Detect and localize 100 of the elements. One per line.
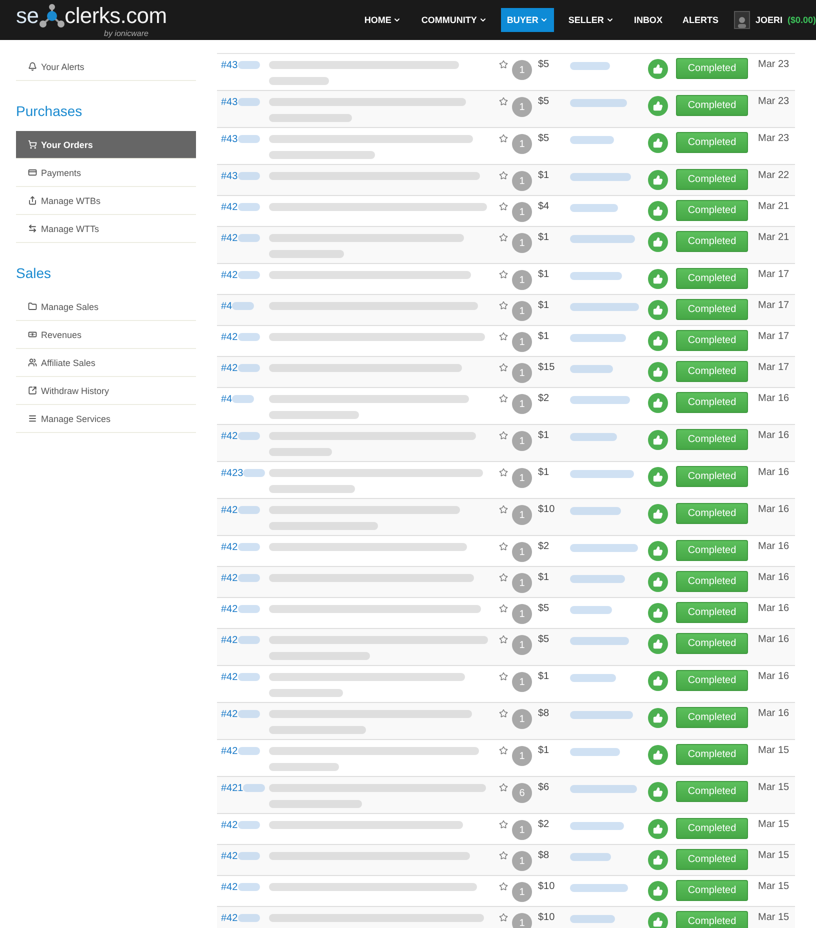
order-id-link[interactable]: #4 [221,300,232,312]
sidebar-item[interactable]: Manage Sales [16,293,196,321]
star-icon[interactable] [498,505,508,514]
thumbs-up-icon[interactable] [648,782,668,802]
star-icon[interactable] [498,672,508,681]
thumbs-up-icon[interactable] [648,269,668,289]
status-button[interactable]: Completed [676,707,748,728]
status-button[interactable]: Completed [676,392,748,413]
avatar[interactable] [734,11,750,29]
thumbs-up-icon[interactable] [648,708,668,728]
status-button[interactable]: Completed [676,503,748,524]
star-icon[interactable] [498,270,508,279]
star-icon[interactable] [498,882,508,891]
status-button[interactable]: Completed [676,571,748,592]
star-icon[interactable] [498,820,508,829]
star-icon[interactable] [498,709,508,718]
thumbs-up-icon[interactable] [648,96,668,116]
status-button[interactable]: Completed [676,466,748,487]
order-id-link[interactable]: #42 [221,362,238,374]
order-id-link[interactable]: #42 [221,746,238,756]
status-button[interactable]: Completed [676,95,748,116]
order-id-link[interactable]: #42 [221,604,238,614]
order-id-link[interactable]: #42 [221,232,238,244]
star-icon[interactable] [498,573,508,582]
order-id-link[interactable]: #42 [221,504,238,516]
sidebar-item[interactable]: Payments [16,159,196,187]
order-id-link[interactable]: #42 [221,850,238,862]
star-icon[interactable] [498,604,508,613]
thumbs-up-icon[interactable] [648,541,668,561]
nav-link[interactable]: HOME [358,8,408,32]
status-button[interactable]: Completed [676,58,748,79]
order-id-link[interactable]: #42 [221,202,238,212]
thumbs-up-icon[interactable] [648,819,668,839]
thumbs-up-icon[interactable] [648,881,668,901]
star-icon[interactable] [498,363,508,372]
star-icon[interactable] [498,635,508,644]
thumbs-up-icon[interactable] [648,430,668,450]
status-button[interactable]: Completed [676,268,748,289]
order-id-link[interactable]: #42 [221,542,238,552]
order-id-link[interactable]: #42 [221,708,238,720]
status-button[interactable]: Completed [676,849,748,870]
star-icon[interactable] [498,746,508,755]
star-icon[interactable] [498,783,508,792]
thumbs-up-icon[interactable] [648,232,668,252]
order-id-link[interactable]: #42 [221,270,238,280]
thumbs-up-icon[interactable] [648,603,668,623]
thumbs-up-icon[interactable] [648,170,668,190]
star-icon[interactable] [498,332,508,341]
logo-text[interactable]: se [16,2,39,28]
status-button[interactable]: Completed [676,540,748,561]
order-id-link[interactable]: #421 [221,782,244,794]
thumbs-up-icon[interactable] [648,133,668,153]
status-button[interactable]: Completed [676,132,748,153]
star-icon[interactable] [498,233,508,242]
order-id-link[interactable]: #42 [221,912,238,924]
status-button[interactable]: Completed [676,818,748,839]
nav-link[interactable]: SELLER [562,8,620,32]
order-id-link[interactable]: #4 [221,394,232,404]
sidebar-item[interactable]: Revenues [16,321,196,349]
thumbs-up-icon[interactable] [648,331,668,351]
order-id-link[interactable]: #43 [221,60,238,70]
thumbs-up-icon[interactable] [648,671,668,691]
status-button[interactable]: Completed [676,880,748,901]
logo-text[interactable]: clerks.com [64,2,167,28]
order-id-link[interactable]: #43 [221,134,238,144]
thumbs-up-icon[interactable] [648,393,668,413]
status-button[interactable]: Completed [676,602,748,623]
star-icon[interactable] [498,542,508,551]
star-icon[interactable] [498,60,508,69]
star-icon[interactable] [498,851,508,860]
thumbs-up-icon[interactable] [648,850,668,870]
order-id-link[interactable]: #42 [221,820,238,830]
order-id-link[interactable]: #43 [221,170,238,182]
nav-link[interactable]: ALERTS [676,8,724,32]
sidebar-item[interactable]: Manage Services [16,405,196,433]
status-button[interactable]: Completed [676,231,748,252]
order-id-link[interactable]: #42 [221,882,238,892]
thumbs-up-icon[interactable] [648,300,668,320]
thumbs-up-icon[interactable] [648,362,668,382]
star-icon[interactable] [498,202,508,211]
sidebar-item[interactable]: Withdraw History [16,377,196,405]
status-button[interactable]: Completed [676,169,748,190]
thumbs-up-icon[interactable] [648,634,668,654]
status-button[interactable]: Completed [676,200,748,221]
nav-link[interactable]: COMMUNITY [415,8,493,32]
status-button[interactable]: Completed [676,429,748,450]
status-button[interactable]: Completed [676,633,748,654]
status-button[interactable]: Completed [676,330,748,351]
status-button[interactable]: Completed [676,670,748,691]
thumbs-up-icon[interactable] [648,572,668,592]
thumbs-up-icon[interactable] [648,504,668,524]
star-icon[interactable] [498,394,508,403]
order-id-link[interactable]: #42 [221,572,238,584]
order-id-link[interactable]: #42 [221,634,238,646]
status-button[interactable]: Completed [676,299,748,320]
star-icon[interactable] [498,468,508,477]
star-icon[interactable] [498,171,508,180]
status-button[interactable]: Completed [676,361,748,382]
status-button[interactable]: Completed [676,781,748,802]
star-icon[interactable] [498,913,508,922]
